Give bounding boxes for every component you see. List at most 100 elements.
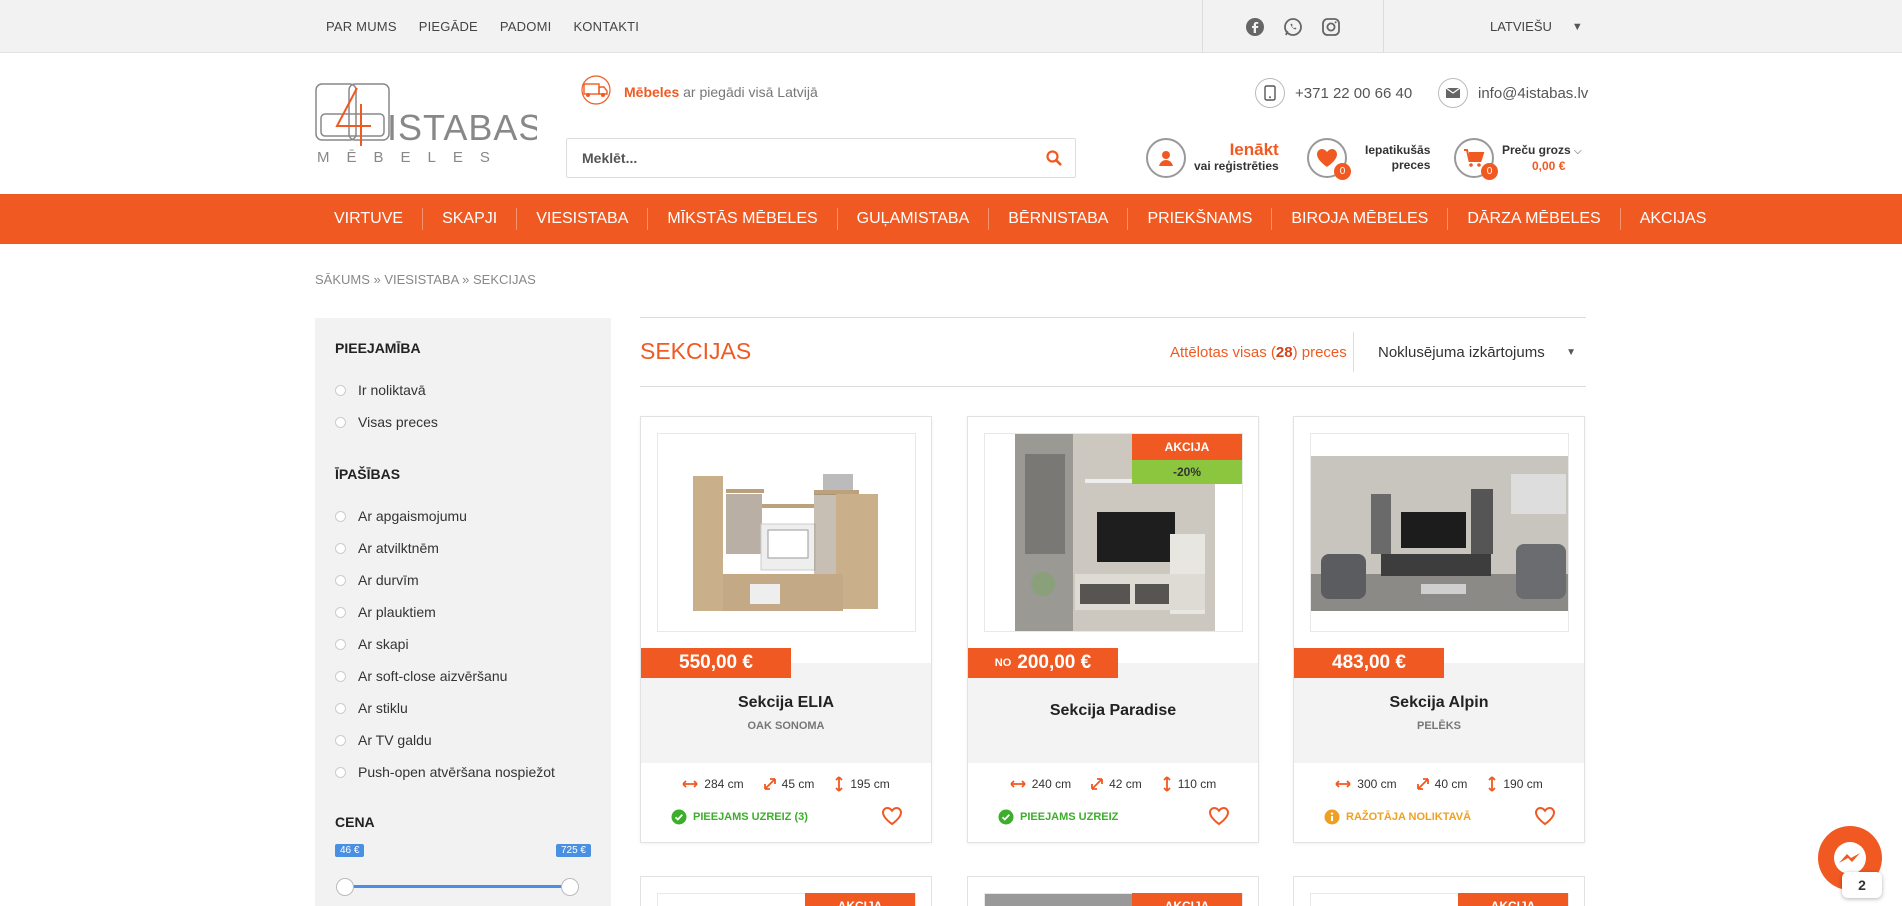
product-color: OAK SONOMA [747, 720, 825, 732]
checkbox[interactable] [335, 638, 346, 650]
nav-sales[interactable]: AKCIJAS [1621, 208, 1726, 230]
depth-value: 40 cm [1434, 777, 1468, 791]
filter-push-open[interactable]: Push-open atvēršana nospiežot [335, 756, 591, 788]
language-select[interactable]: LATVIEŠU ▼ [1490, 0, 1583, 53]
nav-kids-room[interactable]: BĒRNISTABA [989, 208, 1129, 230]
topnav-tips[interactable]: PADOMI [500, 19, 552, 34]
add-to-favorites-button[interactable] [1534, 806, 1556, 831]
availability-title: PIEEJAMĪBA [335, 340, 421, 356]
product-card[interactable]: AKCIJA -20% NO 200,00 € Sekcija Paradise … [967, 416, 1259, 843]
cart-button[interactable]: 0 Preču grozs ⌵ 0,00 € [1454, 138, 1582, 180]
nav-hallway[interactable]: PRIEKŠNAMS [1128, 208, 1273, 230]
favorites-label-2: preces [1391, 158, 1431, 172]
topnav-about[interactable]: PAR MUMS [326, 19, 397, 34]
product-name[interactable]: Sekcija ELIA [641, 694, 931, 712]
delivery-truck-icon [576, 75, 616, 108]
product-image[interactable] [657, 433, 916, 632]
whatsapp-icon[interactable] [1283, 17, 1303, 37]
product-image[interactable]: AKCIJA -20% [984, 433, 1243, 632]
filter-cabinet[interactable]: Ar skapi [335, 628, 591, 660]
checkbox[interactable] [335, 574, 346, 586]
nav-living-room[interactable]: VIESISTABA [517, 208, 649, 230]
login-label: Ienākt [1229, 140, 1279, 159]
filter-drawers[interactable]: Ar atvilktnēm [335, 532, 591, 564]
filter-all[interactable]: Visas preces [335, 406, 591, 438]
chat-notification-count[interactable]: 2 [1842, 872, 1882, 898]
topnav-delivery[interactable]: PIEGĀDE [419, 19, 478, 34]
product-card[interactable]: AKCIJA [1293, 876, 1585, 906]
heart-outline-icon [881, 806, 903, 826]
search-input[interactable] [567, 139, 1033, 177]
filter-tv-table[interactable]: Ar TV galdu [335, 724, 591, 756]
chevron-down-icon: ⌵ [1574, 145, 1582, 157]
add-to-favorites-button[interactable] [881, 806, 903, 831]
filter-lighting[interactable]: Ar apgaismojumu [335, 500, 591, 532]
price-min-label: 46 € [335, 844, 365, 857]
product-dimensions: 240 cm 42 cm 110 cm [968, 776, 1258, 792]
nav-garden[interactable]: DĀRZA MĒBELES [1448, 208, 1621, 230]
price-max-handle[interactable] [561, 878, 579, 896]
checkbox[interactable] [335, 766, 346, 778]
top-nav: PAR MUMS PIEGĀDE PADOMI KONTAKTI [326, 0, 639, 53]
nav-upholstered[interactable]: MĪKSTĀS MĒBELES [648, 208, 838, 230]
filter-soft-close[interactable]: Ar soft-close aizvēršanu [335, 660, 591, 692]
price-min-handle[interactable] [336, 878, 354, 896]
radio-button[interactable] [335, 416, 346, 428]
product-name[interactable]: Sekcija Paradise [968, 702, 1258, 720]
product-price: NO 200,00 € [968, 648, 1118, 678]
sort-label: Noklusējuma izkārtojums [1378, 343, 1545, 361]
filter-shelves[interactable]: Ar plauktiem [335, 596, 591, 628]
height-value: 110 cm [1177, 777, 1217, 791]
availability-text: RAŽOTĀJA NOLIKTAVĀ [1346, 811, 1472, 823]
search-icon [1046, 150, 1062, 166]
category-header: SEKCIJAS Attēlotas visas (28) preces Nok… [640, 317, 1586, 387]
nav-bedroom[interactable]: GUĻAMISTABA [838, 208, 990, 230]
mail-icon [1438, 78, 1468, 108]
add-to-favorites-button[interactable] [1208, 806, 1230, 831]
product-info [1294, 663, 1584, 763]
checkbox[interactable] [335, 606, 346, 618]
product-card[interactable]: AKCIJA [967, 876, 1259, 906]
radio-button[interactable] [335, 384, 346, 396]
height-value: 190 cm [1503, 777, 1543, 791]
product-card[interactable]: AKCIJA [640, 876, 932, 906]
favorites-button[interactable]: 0 Iepatikušās preces [1307, 138, 1431, 180]
result-count-pre: Attēlotas visas ( [1170, 344, 1276, 361]
sort-select[interactable]: Noklusējuma izkārtojums ▼ [1353, 332, 1586, 372]
check-circle-icon [671, 809, 687, 825]
search-button[interactable] [1033, 139, 1075, 177]
checkbox[interactable] [335, 734, 346, 746]
sale-badge: AKCIJA [1458, 893, 1568, 906]
availability-text: PIEEJAMS UZREIZ [1020, 811, 1119, 823]
facebook-icon[interactable] [1245, 17, 1265, 37]
product-image[interactable] [1310, 433, 1569, 632]
checkbox[interactable] [335, 510, 346, 522]
nav-kitchen[interactable]: VIRTUVE [315, 208, 424, 230]
phone-contact[interactable]: +371 22 00 66 40 [1255, 78, 1412, 108]
sale-badge: AKCIJA [1132, 893, 1242, 906]
product-card[interactable]: 550,00 € Sekcija ELIA OAK SONOMA 284 cm … [640, 416, 932, 843]
checkbox[interactable] [335, 670, 346, 682]
nav-wardrobes[interactable]: SKAPJI [423, 208, 518, 230]
filter-label: Ar TV galdu [358, 732, 432, 748]
filter-label: Ar apgaismojumu [358, 508, 467, 524]
filter-glass[interactable]: Ar stiklu [335, 692, 591, 724]
checkbox[interactable] [335, 542, 346, 554]
email-contact[interactable]: info@4istabas.lv [1438, 78, 1588, 108]
price-prefix: NO [994, 657, 1012, 669]
breadcrumb[interactable]: SĀKUMS » VIESISTABA » SEKCIJAS [315, 272, 536, 287]
cart-icon: 0 [1454, 138, 1498, 180]
filter-in-stock[interactable]: Ir noliktavā [335, 374, 591, 406]
cart-total: 0,00 € [1532, 158, 1566, 173]
checkbox[interactable] [335, 702, 346, 714]
filter-label: Ar skapi [358, 636, 409, 652]
product-card[interactable]: 483,00 € Sekcija Alpin PELĒKS 300 cm 40 … [1293, 416, 1585, 843]
topnav-contacts[interactable]: KONTAKTI [573, 19, 639, 34]
login-button[interactable]: Ienākt vai reģistrēties [1146, 138, 1279, 178]
price-max-label: 725 € [555, 844, 591, 857]
instagram-icon[interactable] [1321, 17, 1341, 37]
filter-doors[interactable]: Ar durvīm [335, 564, 591, 596]
site-logo[interactable]: ISTABAS MĒBELES [315, 82, 542, 168]
nav-office[interactable]: BIROJA MĒBELES [1272, 208, 1449, 230]
product-name[interactable]: Sekcija Alpin [1294, 694, 1584, 712]
